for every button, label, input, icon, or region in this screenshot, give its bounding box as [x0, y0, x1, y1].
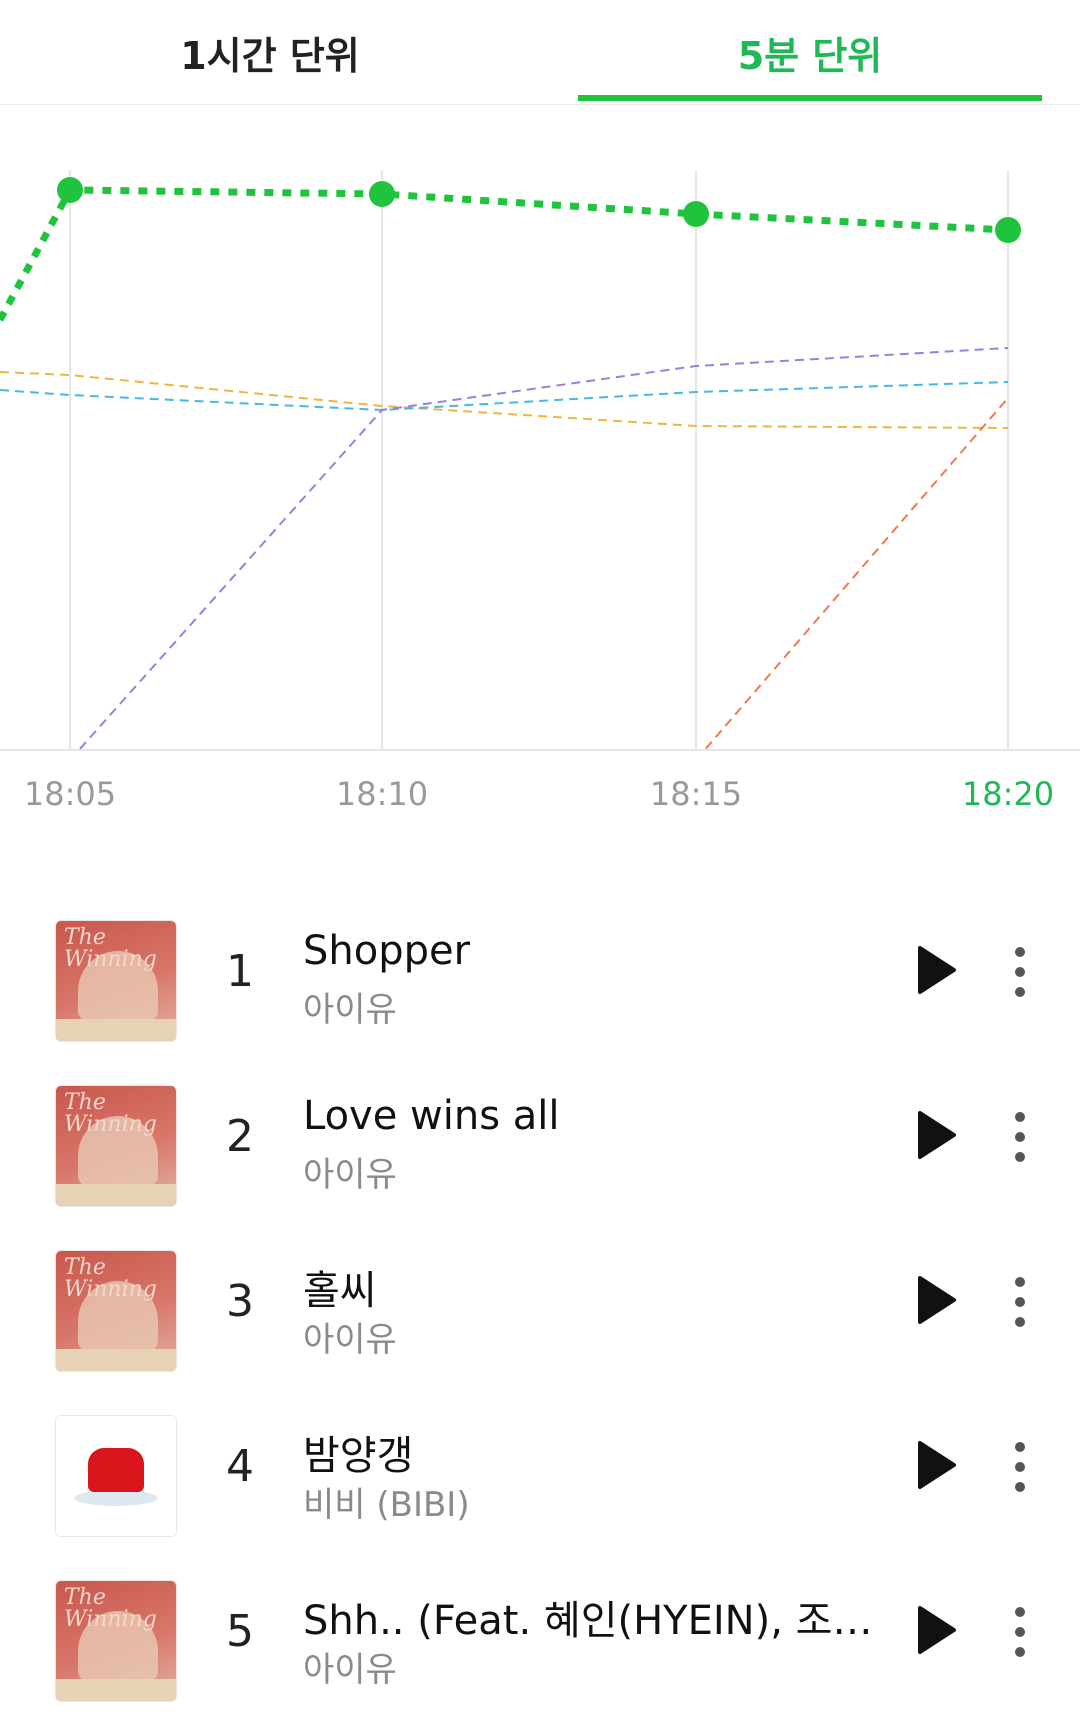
rank-number: 3	[226, 1276, 254, 1327]
album-cover[interactable]: The Winning	[55, 1580, 177, 1702]
more-options-button[interactable]	[1002, 1437, 1038, 1497]
more-vertical-icon	[1015, 1442, 1025, 1492]
active-tab-indicator	[578, 95, 1042, 101]
album-cover[interactable]: The Winning	[55, 920, 177, 1042]
album-cover[interactable]: The Winning	[55, 1250, 177, 1372]
play-button[interactable]	[912, 940, 962, 1000]
play-button[interactable]	[912, 1600, 962, 1660]
artist-name[interactable]: 비비 (BIBI)	[303, 1477, 470, 1526]
play-button[interactable]	[912, 1105, 962, 1165]
song-row[interactable]: 4 밤양갱 비비 (BIBI)	[0, 1395, 1080, 1560]
more-vertical-icon	[1015, 1607, 1025, 1657]
series-line	[77, 347, 1009, 750]
album-cover-script: The Winning	[64, 1090, 157, 1137]
more-vertical-icon	[1015, 947, 1025, 997]
rank-number: 2	[226, 1111, 254, 1162]
song-title[interactable]: 밤양갱	[303, 1423, 883, 1481]
series-line	[703, 397, 1009, 750]
song-title[interactable]: Love wins all	[303, 1093, 883, 1139]
rank-number: 1	[226, 946, 254, 997]
more-vertical-icon	[1015, 1277, 1025, 1327]
more-options-button[interactable]	[1002, 942, 1038, 1002]
song-row[interactable]: The Winning 3 홀씨 아이유	[0, 1230, 1080, 1395]
play-icon	[918, 1441, 956, 1489]
rank-trend-chart	[0, 170, 1080, 751]
series-point	[57, 177, 83, 203]
x-tick-label: 18:20	[961, 775, 1055, 813]
more-options-button[interactable]	[1002, 1272, 1038, 1332]
tab-five-minutes[interactable]: 5분 단위	[578, 0, 1042, 104]
album-cover[interactable]	[55, 1415, 177, 1537]
album-cover-script: The Winning	[64, 925, 157, 972]
x-tick-label: 18:10	[335, 775, 429, 813]
chart-period-tabs: 1시간 단위 5분 단위	[0, 0, 1080, 105]
series-point	[683, 201, 709, 227]
more-options-button[interactable]	[1002, 1107, 1038, 1167]
artist-name[interactable]: 아이유	[303, 1642, 397, 1691]
song-title[interactable]: 홀씨	[303, 1258, 883, 1316]
play-button[interactable]	[912, 1435, 962, 1495]
series-point	[995, 217, 1021, 243]
album-cover[interactable]: The Winning	[55, 1085, 177, 1207]
more-options-button[interactable]	[1002, 1602, 1038, 1662]
artist-name[interactable]: 아이유	[303, 1312, 397, 1361]
series-point	[369, 181, 395, 207]
tab-hourly[interactable]: 1시간 단위	[40, 0, 500, 104]
song-title[interactable]: Shh.. (Feat. 혜인(HYEIN), 조원…	[303, 1588, 883, 1646]
x-tick-label: 18:15	[649, 775, 743, 813]
rank-number: 4	[226, 1441, 254, 1492]
artist-name[interactable]: 아이유	[303, 1147, 397, 1196]
album-cover-script: The Winning	[64, 1255, 157, 1302]
x-tick-label: 18:05	[23, 775, 117, 813]
series-line	[0, 371, 1009, 429]
series-line	[0, 381, 1009, 412]
album-cover-script: The Winning	[64, 1585, 157, 1632]
song-title[interactable]: Shopper	[303, 928, 883, 974]
play-icon	[918, 1276, 956, 1324]
song-row[interactable]: The Winning 1 Shopper 아이유	[0, 900, 1080, 1065]
more-vertical-icon	[1015, 1112, 1025, 1162]
play-icon	[918, 1606, 956, 1654]
play-icon	[918, 1111, 956, 1159]
artist-name[interactable]: 아이유	[303, 982, 397, 1031]
play-button[interactable]	[912, 1270, 962, 1330]
series-line	[0, 186, 1009, 322]
play-icon	[918, 946, 956, 994]
song-row[interactable]: The Winning 5 Shh.. (Feat. 혜인(HYEIN), 조원… 아…	[0, 1560, 1080, 1725]
rank-number: 5	[226, 1606, 254, 1657]
song-row[interactable]: The Winning 2 Love wins all 아이유	[0, 1065, 1080, 1230]
